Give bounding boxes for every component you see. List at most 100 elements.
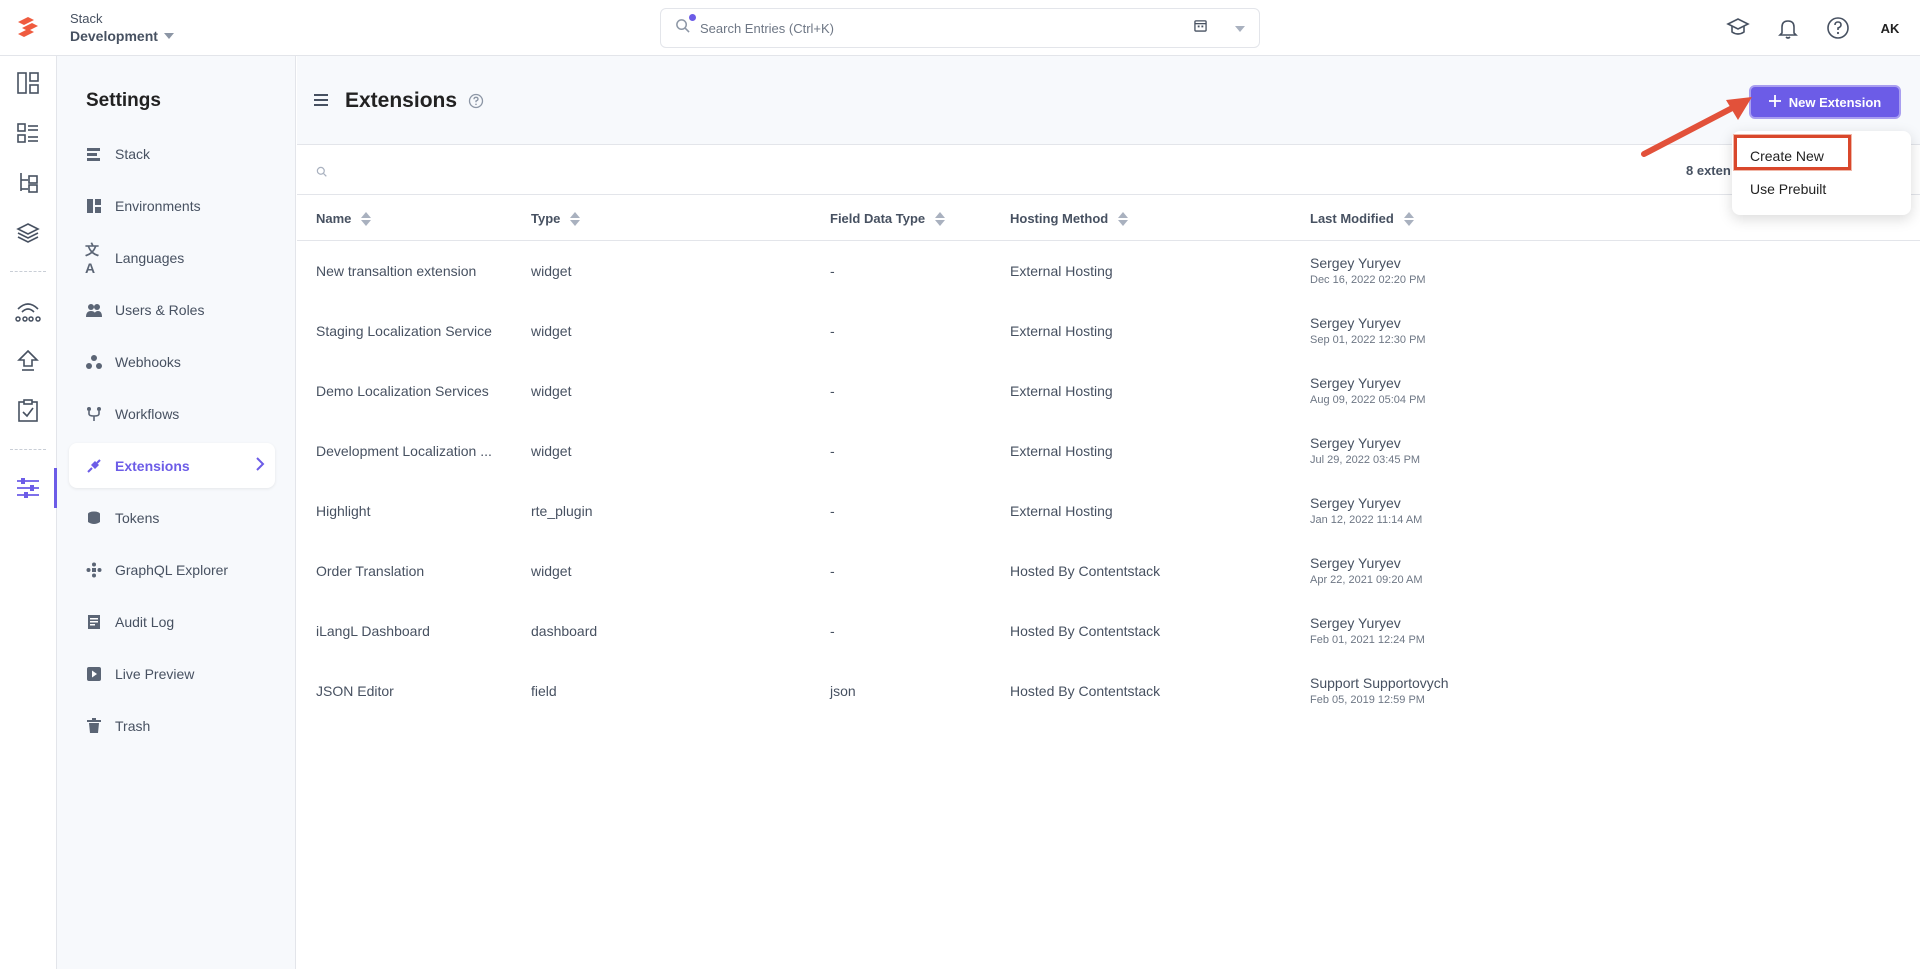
- settings-item-stack[interactable]: Stack: [69, 131, 275, 176]
- bell-icon[interactable]: [1774, 14, 1802, 42]
- deploy-icon[interactable]: [14, 347, 42, 375]
- settings-item-extensions[interactable]: Extensions: [69, 443, 275, 488]
- cell-name[interactable]: iLangL Dashboard: [316, 623, 430, 639]
- releases-icon[interactable]: [14, 297, 42, 325]
- table-header: Name Type Field Data Type Hosting Method…: [297, 196, 1920, 241]
- content-models-icon[interactable]: [14, 119, 42, 147]
- new-extension-dropdown: Create New Use Prebuilt: [1732, 131, 1911, 215]
- cell-last-modified: Support Supportovych Feb 05, 2019 12:59 P…: [1310, 675, 1449, 706]
- cell-field-data-type: -: [830, 623, 835, 639]
- cell-hosting-method: Hosted By Contentstack: [1010, 683, 1161, 699]
- modified-by: Sergey Yuryev: [1310, 315, 1401, 331]
- modified-date: Jul 29, 2022 03:45 PM: [1310, 454, 1421, 466]
- cell-field-data-type: -: [830, 323, 835, 339]
- stack-name[interactable]: Development: [70, 28, 174, 44]
- cell-name[interactable]: Highlight: [316, 503, 370, 519]
- table-row[interactable]: iLangL Dashboard dashboard - Hosted By Cont…: [297, 601, 1920, 661]
- cell-type: widget: [531, 263, 572, 279]
- settings-item-webhooks[interactable]: Webhooks: [69, 339, 275, 384]
- settings-icon[interactable]: [14, 474, 42, 502]
- cell-name[interactable]: Staging Localization Service: [316, 323, 492, 339]
- use-prebuilt-option[interactable]: Use Prebuilt: [1750, 181, 1826, 197]
- table-row[interactable]: Demo Localization Services widget - Externa…: [297, 361, 1920, 421]
- user-avatar[interactable]: AK: [1874, 12, 1906, 44]
- settings-item-label: Environments: [115, 197, 201, 214]
- cell-name[interactable]: Demo Localization Services: [316, 383, 489, 399]
- stack-switcher[interactable]: Stack Development: [70, 11, 174, 46]
- audit-log-icon: [85, 613, 103, 631]
- cell-hosting-method: External Hosting: [1010, 443, 1113, 459]
- cell-type: field: [531, 683, 557, 699]
- settings-item-graphql-explorer[interactable]: GraphQL Explorer: [69, 547, 275, 592]
- search-icon: [675, 18, 690, 38]
- column-header-hosting-method[interactable]: Hosting Method: [1010, 211, 1129, 226]
- modified-by: Sergey Yuryev: [1310, 495, 1401, 511]
- settings-item-environments[interactable]: Environments: [69, 183, 275, 228]
- tasks-icon[interactable]: [14, 397, 42, 425]
- new-extension-label: New Extension: [1788, 94, 1882, 110]
- global-search[interactable]: [660, 8, 1260, 48]
- help-circle-icon[interactable]: [468, 93, 484, 109]
- dashboard-icon[interactable]: [14, 69, 42, 97]
- cell-name[interactable]: Development Localization ...: [316, 443, 492, 459]
- column-header-type[interactable]: Type: [531, 211, 581, 226]
- search-filter-chevron-icon[interactable]: [1235, 19, 1245, 37]
- academy-icon[interactable]: [1724, 14, 1752, 42]
- table-row[interactable]: New transaltion extension widget - External…: [297, 241, 1920, 301]
- modified-date: Aug 09, 2022 05:04 PM: [1310, 394, 1426, 406]
- table-row[interactable]: Highlight rte_plugin - External Hosting Serg…: [297, 481, 1920, 541]
- cell-last-modified: Sergey Yuryev Sep 01, 2022 12:30 PM: [1310, 315, 1426, 346]
- settings-item-audit-log[interactable]: Audit Log: [69, 599, 275, 644]
- settings-sidebar: Settings Stack Environments 文A Languages…: [57, 56, 296, 969]
- settings-item-tokens[interactable]: Tokens: [69, 495, 275, 540]
- settings-item-users-roles[interactable]: Users & Roles: [69, 287, 275, 332]
- table-row[interactable]: Staging Localization Service widget - Exter…: [297, 301, 1920, 361]
- column-label: Type: [531, 211, 561, 226]
- notification-dot: [689, 14, 696, 21]
- table-search-input[interactable]: [335, 159, 935, 174]
- cell-name[interactable]: New transaltion extension: [316, 263, 476, 279]
- settings-item-trash[interactable]: Trash: [69, 703, 275, 748]
- cell-field-data-type: json: [830, 683, 856, 699]
- settings-item-label: Workflows: [115, 405, 180, 422]
- settings-item-workflows[interactable]: Workflows: [69, 391, 275, 436]
- search-input[interactable]: [700, 20, 1194, 36]
- column-label: Last Modified: [1310, 211, 1394, 226]
- create-new-option[interactable]: Create New: [1750, 148, 1824, 164]
- settings-item-label: Stack: [115, 145, 151, 162]
- settings-item-label: Users & Roles: [115, 301, 205, 318]
- contentstack-logo-icon[interactable]: [14, 13, 42, 41]
- cell-name[interactable]: Order Translation: [316, 563, 424, 579]
- stack-icon: [85, 145, 103, 163]
- help-icon[interactable]: [1824, 14, 1852, 42]
- assets-icon[interactable]: [14, 219, 42, 247]
- cell-hosting-method: Hosted By Contentstack: [1010, 563, 1161, 579]
- hamburger-menu-icon[interactable]: [314, 94, 328, 106]
- modified-date: Feb 05, 2019 12:59 PM: [1310, 694, 1425, 706]
- column-label: Name: [316, 211, 352, 226]
- modified-by: Sergey Yuryev: [1310, 435, 1401, 451]
- workflows-icon: [85, 405, 103, 423]
- table-row[interactable]: Development Localization ... widget - Exter…: [297, 421, 1920, 481]
- table-row[interactable]: JSON Editor field json Hosted By Contentsta…: [297, 661, 1920, 721]
- users-icon: [85, 301, 103, 319]
- extension-count: 8 exten: [1686, 163, 1731, 178]
- cell-type: widget: [531, 563, 572, 579]
- column-label: Field Data Type: [830, 211, 926, 226]
- settings-menu: Stack Environments 文A Languages Users & …: [69, 131, 275, 755]
- column-header-field-data-type[interactable]: Field Data Type: [830, 211, 946, 226]
- column-header-name[interactable]: Name: [316, 211, 372, 226]
- column-header-last-modified[interactable]: Last Modified: [1310, 211, 1414, 226]
- settings-item-languages[interactable]: 文A Languages: [69, 235, 275, 280]
- new-extension-button[interactable]: New Extension: [1749, 85, 1901, 119]
- calendar-icon[interactable]: [1194, 19, 1207, 37]
- table-row[interactable]: Order Translation widget - Hosted By Conten…: [297, 541, 1920, 601]
- settings-item-label: Live Preview: [115, 665, 195, 682]
- environments-icon: [85, 197, 103, 215]
- settings-item-live-preview[interactable]: Live Preview: [69, 651, 275, 696]
- cell-name[interactable]: JSON Editor: [316, 683, 394, 699]
- live-preview-icon: [85, 665, 103, 683]
- cell-hosting-method: External Hosting: [1010, 323, 1113, 339]
- cell-field-data-type: -: [830, 563, 835, 579]
- entries-icon[interactable]: [14, 169, 42, 197]
